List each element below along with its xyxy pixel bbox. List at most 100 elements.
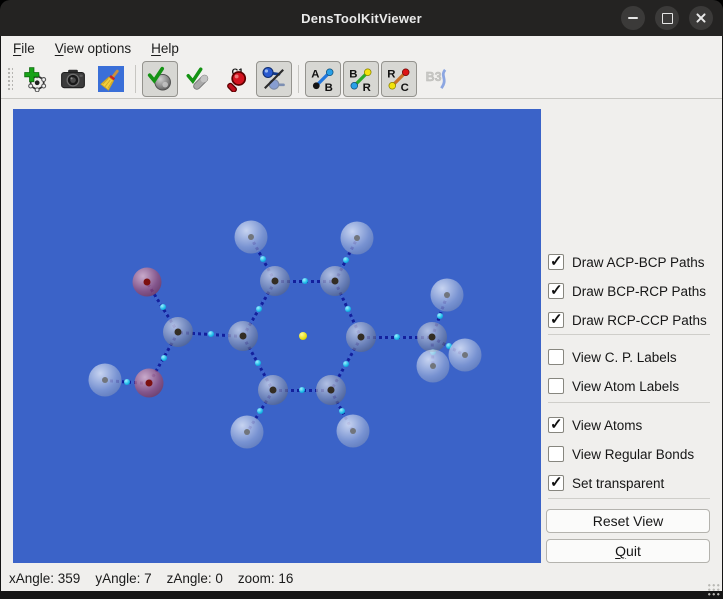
b3-paths-icon: B3 (424, 66, 450, 92)
status-yangle: yAngle: 7 (95, 571, 151, 586)
add-molecule-button[interactable] (17, 61, 53, 97)
checkbox-draw-rcp-ccp-paths[interactable]: Draw RCP-CCP Paths (548, 311, 718, 329)
transparency-button[interactable] (256, 61, 292, 97)
camera-snapshot-button[interactable] (55, 61, 91, 97)
cp-labels-button[interactable]: C1 (218, 61, 254, 97)
checkbox-box (548, 254, 564, 270)
reset-view-button[interactable]: Reset View (546, 509, 710, 533)
checkbox-draw-bcp-rcp-paths[interactable]: Draw BCP-RCP Paths (548, 282, 718, 300)
minimize-button[interactable] (621, 6, 645, 30)
atom-nucleus-C (358, 334, 365, 341)
menu-view-options[interactable]: View options (45, 38, 141, 59)
toolbar-separator (135, 65, 136, 93)
atom-nucleus-H (102, 377, 108, 383)
bcp-rcp-paths-button[interactable]: B R (343, 61, 379, 97)
menubar: File View options Help (1, 36, 722, 60)
toolbar-separator (298, 65, 299, 93)
svg-text:B: B (325, 82, 333, 92)
atom-nucleus-H (444, 292, 450, 298)
checkbox-box (548, 417, 564, 433)
toggle-atoms-button[interactable] (142, 61, 178, 97)
atom-nucleus-H (244, 429, 250, 435)
menu-file[interactable]: File (3, 38, 45, 59)
checkbox-view-atom-labels[interactable]: View Atom Labels (548, 377, 718, 395)
bcp-marker (343, 257, 349, 263)
toolbar: C1 (1, 60, 722, 99)
rcp-ccp-icon: R C (386, 66, 412, 92)
checkbox-box (548, 446, 564, 462)
close-button[interactable] (689, 6, 713, 30)
atom-nucleus-H (350, 428, 356, 434)
status-zoom: zoom: 16 (238, 571, 294, 586)
minimize-icon (628, 17, 638, 19)
cp-magnifier-icon: C1 (223, 66, 249, 92)
checkbox-view-regular-bonds[interactable]: View Regular Bonds (548, 445, 718, 463)
status-zangle: zAngle: 0 (167, 571, 223, 586)
checkbox-box (548, 378, 564, 394)
checkbox-box (548, 475, 564, 491)
svg-text:R: R (387, 68, 395, 80)
bcp-marker (299, 387, 305, 393)
checkbox-box (548, 349, 564, 365)
acp-bcp-paths-button[interactable]: A B (305, 61, 341, 97)
rcp-marker (299, 332, 307, 340)
bcp-rcp-icon: B R (348, 66, 374, 92)
atom-nucleus-H (430, 363, 436, 369)
bcp-marker (255, 360, 261, 366)
svg-text:C: C (401, 82, 409, 92)
camera-icon (60, 66, 86, 92)
add-molecule-icon (22, 66, 48, 92)
b3-paths-button[interactable]: B3 (419, 61, 455, 97)
svg-text:R: R (363, 82, 371, 92)
menu-help[interactable]: Help (141, 38, 189, 59)
bcp-marker (256, 306, 262, 312)
toolbar-grip[interactable] (6, 66, 13, 92)
acp-bcp-icon: A B (310, 66, 336, 92)
panel-separator (548, 498, 710, 499)
checkbox-set-transparent[interactable]: Set transparent (548, 474, 718, 492)
checkbox-view-atoms[interactable]: View Atoms (548, 416, 718, 434)
gl-viewport[interactable] (13, 109, 541, 563)
checkbox-view-cp-labels[interactable]: View C. P. Labels (548, 348, 718, 366)
bcp-marker (124, 379, 130, 385)
bcp-marker (257, 408, 263, 414)
bcp-marker (302, 278, 308, 284)
maximize-button[interactable] (655, 6, 679, 30)
rcp-ccp-paths-button[interactable]: R C (381, 61, 417, 97)
atom-nucleus-O (144, 279, 151, 286)
atom-nucleus-H (354, 235, 360, 241)
atom-nucleus-C (270, 387, 277, 394)
atom-nucleus-C (272, 278, 279, 285)
atom-nucleus-C (240, 333, 247, 340)
broom-icon (98, 66, 124, 92)
check-atom-icon (147, 66, 173, 92)
transparent-sphere-icon (261, 66, 287, 92)
bcp-marker (260, 256, 266, 262)
app-window: DensToolKitViewer File View options Help (0, 0, 723, 599)
titlebar[interactable]: DensToolKitViewer (0, 0, 723, 36)
bcp-marker (343, 361, 349, 367)
atom-nucleus-O (146, 380, 153, 387)
atom-nucleus-C (429, 334, 436, 341)
svg-text:B3: B3 (426, 70, 442, 84)
resize-grip[interactable] (707, 583, 720, 596)
checkbox-box (548, 283, 564, 299)
atom-nucleus-C (328, 387, 335, 394)
atom-nucleus-C (175, 329, 182, 336)
clean-view-button[interactable] (93, 61, 129, 97)
checkbox-draw-acp-bcp-paths[interactable]: Draw ACP-BCP Paths (548, 253, 718, 271)
checkbox-box (548, 312, 564, 328)
bcp-marker (394, 334, 400, 340)
atom-nucleus-C (332, 278, 339, 285)
svg-text:B: B (349, 68, 357, 80)
status-xangle: xAngle: 359 (9, 571, 80, 586)
toggle-bonds-button[interactable] (180, 61, 216, 97)
bcp-marker (160, 304, 166, 310)
window-title: DensToolKitViewer (301, 11, 422, 26)
quit-button[interactable]: Quit (546, 539, 710, 563)
close-icon (695, 12, 707, 24)
statusbar: xAngle: 359 yAngle: 7 zAngle: 0 zoom: 16 (1, 565, 722, 591)
panel-separator (548, 334, 710, 335)
bcp-marker (161, 355, 167, 361)
bcp-marker (339, 408, 345, 414)
